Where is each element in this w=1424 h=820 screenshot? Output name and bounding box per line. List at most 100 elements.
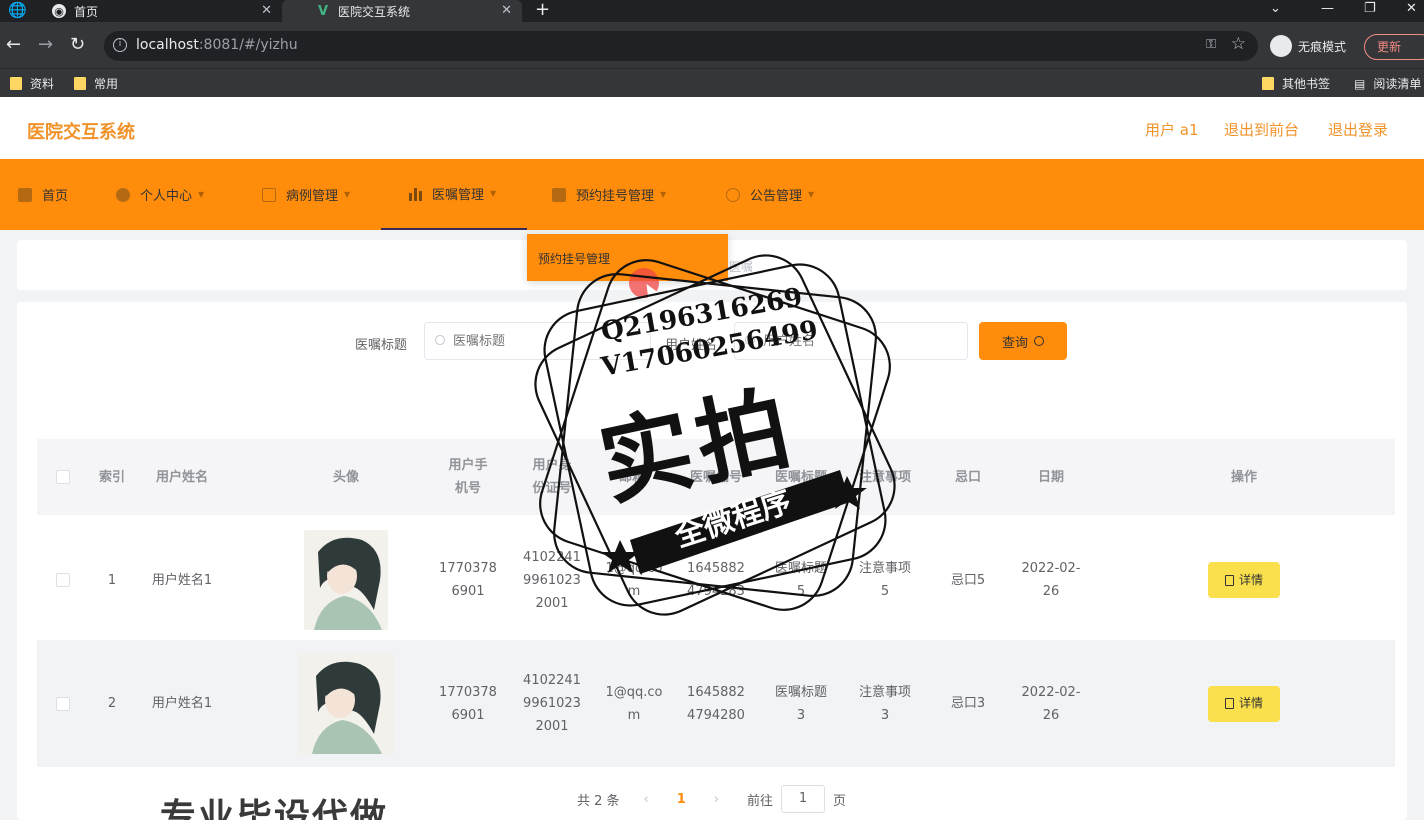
menu-item-home[interactable]: 首页: [18, 159, 68, 230]
document-icon: [262, 187, 276, 202]
reading-list-icon: ▤: [1354, 76, 1366, 91]
filter-user-label: 用户姓名: [665, 338, 718, 353]
browser-tab-active[interactable]: V 医院交互系统 ✕: [282, 0, 522, 22]
exit-to-front-link[interactable]: 退出到前台: [1224, 119, 1299, 140]
chevron-down-icon: ▼: [808, 190, 815, 199]
logout-link[interactable]: 退出登录: [1328, 119, 1388, 140]
goto-prefix: 前往: [747, 793, 774, 809]
column-header[interactable]: 日期: [1009, 439, 1093, 515]
column-header[interactable]: 用户手机号: [447, 439, 489, 515]
search-icon: [435, 335, 445, 345]
column-header[interactable]: 索引: [89, 439, 135, 515]
cell-code: 16458824794283: [687, 561, 745, 599]
cell-index: 2: [107, 696, 117, 711]
folder-icon: [74, 77, 86, 90]
submenu-dropdown[interactable]: 预约挂号管理: [527, 234, 728, 281]
browser-tab-label: 首页: [74, 4, 99, 19]
avatar[interactable]: [298, 653, 394, 754]
column-header[interactable]: 头像: [229, 439, 463, 515]
content-card: 医嘱标题 用户姓名 查询 索引 用户姓名 头像 用户手机号 用户身份证号 邮箱 …: [17, 302, 1407, 820]
cell-avoid: 忌口5: [950, 572, 986, 588]
prev-page-icon[interactable]: ‹: [644, 792, 649, 807]
close-tab-icon[interactable]: ✕: [501, 3, 512, 18]
close-tab-icon[interactable]: ✕: [261, 3, 272, 18]
chevron-down-icon: ▼: [344, 190, 351, 199]
row-checkbox[interactable]: [56, 696, 70, 711]
browser-tab-home[interactable]: ◉ 首页 ✕: [0, 0, 282, 22]
column-header[interactable]: 用户姓名: [135, 439, 229, 515]
forward-icon[interactable]: →: [38, 35, 53, 55]
main-menu: 首页 个人中心 ▼ 病例管理 ▼ 医嘱管理 ▼ 预约挂号管理 ▼ 公告管理 ▼: [0, 159, 1424, 230]
menu-item-cases[interactable]: 病例管理 ▼: [262, 159, 350, 230]
detail-button[interactable]: 详情: [1208, 685, 1280, 722]
menu-item-profile[interactable]: 个人中心 ▼: [116, 159, 204, 230]
search-icon: [1034, 336, 1044, 346]
menu-item-appointments[interactable]: 预约挂号管理 ▼: [552, 159, 666, 230]
new-tab-icon[interactable]: +: [535, 0, 550, 22]
filter-title-label: 医嘱标题: [355, 338, 408, 353]
calendar-icon: [552, 187, 566, 202]
title-search-field[interactable]: [453, 334, 603, 349]
vue-logo-icon: V: [317, 3, 329, 19]
row-checkbox[interactable]: [56, 573, 70, 587]
address-bar[interactable]: i localhost:8081/#/yizhu ⚿ ☆: [104, 31, 1258, 61]
cell-title: 医嘱标题3: [774, 684, 827, 723]
close-window-icon[interactable]: ✕: [1406, 0, 1417, 22]
column-header[interactable]: 注意事项: [843, 439, 927, 515]
reload-icon[interactable]: ↻: [70, 35, 85, 55]
bookmark-folder[interactable]: 常用: [74, 75, 118, 92]
chevron-down-icon: ▼: [660, 190, 667, 199]
page-number-current[interactable]: 1: [677, 792, 686, 807]
submenu-item-appointments[interactable]: 预约挂号管理: [538, 250, 610, 267]
user-search-field[interactable]: [763, 334, 913, 349]
globe-icon: ◉: [52, 4, 66, 18]
detail-button[interactable]: 详情: [1208, 562, 1280, 598]
reading-list[interactable]: ▤ 阅读清单: [1354, 75, 1421, 92]
title-search-input[interactable]: [424, 322, 651, 360]
bookmark-folder[interactable]: 资料: [10, 75, 54, 92]
incognito-indicator[interactable]: 无痕模式: [1270, 35, 1346, 57]
menu-item-notices[interactable]: 公告管理 ▼: [726, 159, 814, 230]
back-icon[interactable]: ←: [6, 35, 21, 55]
menu-item-orders[interactable]: 医嘱管理 ▼: [381, 159, 527, 230]
next-page-icon[interactable]: ›: [714, 792, 719, 807]
cell-avatar: [229, 640, 463, 767]
cell-idcard: 410224199610232001: [523, 673, 581, 734]
table-header: 索引 用户姓名 头像 用户手机号 用户身份证号 邮箱 医嘱编号 医嘱标题 注意事…: [37, 439, 1395, 515]
app-header: 医院交互系统 用户 a1 退出到前台 退出登录: [0, 97, 1424, 159]
tab-search-chevron-icon[interactable]: ⌄: [1270, 0, 1281, 22]
table-row[interactable]: 1 用户姓名1 17703786901 410224199610232001 1…: [37, 517, 1395, 644]
select-all-cell: [37, 439, 89, 515]
column-header[interactable]: 忌口: [927, 439, 1009, 515]
table-row[interactable]: 2 用户姓名1 17703786901 410224199610232001 1…: [37, 640, 1395, 767]
column-header[interactable]: 医嘱标题: [759, 439, 843, 515]
avatar[interactable]: [304, 530, 388, 630]
column-header[interactable]: 医嘱编号: [673, 439, 759, 515]
cell-code: 16458824794280: [687, 684, 745, 723]
cell-date: 2022-02-26: [1021, 561, 1081, 599]
cell-phone: 17703786901: [439, 561, 497, 599]
key-icon[interactable]: ⚿: [1206, 37, 1216, 52]
goto-suffix: 页: [833, 793, 847, 809]
column-header[interactable]: 邮箱: [587, 439, 677, 515]
select-all-checkbox[interactable]: [56, 470, 70, 484]
browser-toolbar: ← → ↻ i localhost:8081/#/yizhu ⚿ ☆ 无痕模式 …: [0, 22, 1424, 68]
site-info-icon[interactable]: i: [113, 38, 127, 52]
user-search-input[interactable]: [734, 322, 968, 360]
minimize-icon[interactable]: —: [1321, 0, 1334, 22]
query-button[interactable]: 查询: [979, 322, 1067, 360]
browser-tab-label: 医院交互系统: [338, 4, 411, 19]
bookmark-star-icon[interactable]: ☆: [1231, 34, 1246, 54]
cell-title: 医嘱标题5: [774, 561, 827, 599]
url-text: localhost:8081/#/yizhu: [136, 37, 298, 53]
update-button[interactable]: 更新: [1364, 34, 1424, 60]
goto-page-input[interactable]: 1: [781, 785, 826, 813]
restore-icon[interactable]: ❐: [1364, 0, 1376, 22]
column-header[interactable]: 用户身份证号: [531, 439, 573, 515]
cell-notes: 注意事项5: [858, 561, 911, 599]
current-user-link[interactable]: 用户 a1: [1145, 119, 1199, 140]
bell-icon: [726, 187, 740, 202]
bookmark-folder-other[interactable]: 其他书签: [1262, 75, 1330, 92]
browser-tab-bar: 🌐 ◉ 首页 ✕ V 医院交互系统 ✕ + ⌄ — ❐ ✕: [0, 0, 1424, 22]
chevron-down-icon: ▼: [490, 189, 497, 198]
